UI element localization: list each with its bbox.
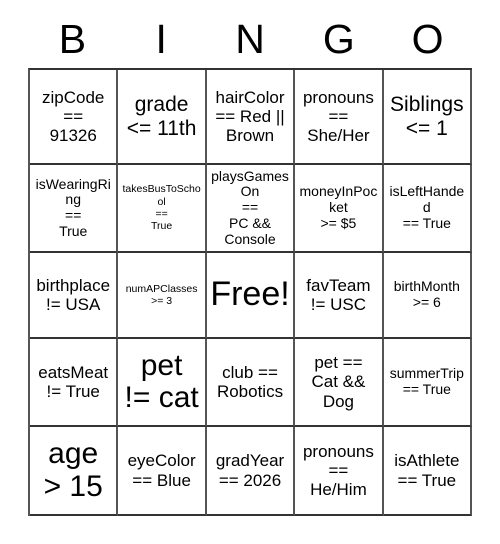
bingo-cell-label: isLeftHanded == True [389, 183, 465, 231]
bingo-row: age > 15 eyeColor == Blue gradYear == 20… [30, 427, 473, 516]
bingo-cell[interactable]: gradYear == 2026 [206, 427, 296, 516]
bingo-cell[interactable]: birthplace != USA [30, 253, 119, 339]
bingo-cell-label: numAPClasses >= 3 [125, 282, 198, 307]
bingo-cell-label: summerTrip == True [389, 365, 464, 397]
header-letter-o: O [411, 16, 444, 62]
bingo-cell-label: pronouns == She/Her [302, 87, 374, 146]
bingo-cell[interactable]: eyeColor == Blue [118, 427, 207, 516]
bingo-cell-label: hairColor == Red || Brown [215, 87, 285, 146]
bingo-cell[interactable]: zipCode == 91326 [30, 70, 119, 165]
bingo-cell-label: gradYear == 2026 [215, 451, 285, 490]
bingo-cell[interactable]: pronouns == She/Her [295, 70, 384, 165]
bingo-row: eatsMeat != True pet != cat club == Robo… [30, 339, 473, 427]
bingo-cell[interactable]: grade <= 11th [118, 70, 207, 165]
bingo-cell-label: playsGamesOn == PC && Console [211, 167, 289, 247]
bingo-cell[interactable]: isLeftHanded == True [383, 165, 473, 253]
bingo-cell-label: moneyInPocket >= $5 [299, 183, 378, 231]
bingo-cell-label: takesBusToSchool == True [122, 183, 201, 233]
bingo-cell[interactable]: Siblings <= 1 [383, 70, 473, 165]
bingo-cell[interactable]: pet != cat [118, 339, 207, 427]
bingo-row: isWearingRing == True takesBusToSchool =… [30, 165, 473, 253]
bingo-cell-label: favTeam != USC [306, 275, 371, 314]
bingo-row: birthplace != USA numAPClasses >= 3 Free… [30, 253, 473, 339]
bingo-cell-label: Siblings <= 1 [390, 93, 464, 140]
bingo-cell[interactable]: isWearingRing == True [30, 165, 119, 253]
bingo-cell[interactable]: numAPClasses >= 3 [118, 253, 207, 339]
bingo-cell-label: isWearingRing == True [35, 175, 111, 239]
bingo-cell[interactable]: hairColor == Red || Brown [206, 70, 296, 165]
header-letter-i: I [155, 16, 167, 62]
bingo-cell-label: pronouns == He/Him [302, 441, 374, 500]
bingo-cell[interactable]: takesBusToSchool == True [118, 165, 207, 253]
bingo-cell-label: isAthlete == True [394, 451, 460, 490]
bingo-cell[interactable]: pronouns == He/Him [295, 427, 384, 516]
bingo-cell-label: eatsMeat != True [38, 362, 109, 401]
bingo-cell[interactable]: club == Robotics [206, 339, 296, 427]
bingo-cell-label: pet != cat [124, 348, 199, 414]
header-letter-n: N [235, 16, 265, 62]
bingo-cell[interactable]: favTeam != USC [295, 253, 384, 339]
header-letter-b: B [58, 16, 87, 62]
bingo-cell-label: pet == Cat && Dog [311, 353, 366, 411]
bingo-cell-free[interactable]: Free! [206, 253, 296, 339]
bingo-cell-label: eyeColor == Blue [127, 451, 196, 490]
bingo-cell-label: birthMonth >= 6 [393, 278, 460, 310]
bingo-cell[interactable]: eatsMeat != True [30, 339, 119, 427]
bingo-cell[interactable]: birthMonth >= 6 [383, 253, 473, 339]
bingo-cell[interactable]: pet == Cat && Dog [295, 339, 384, 427]
header-letter-g: G [322, 16, 355, 62]
bingo-cell-label: club == Robotics [216, 362, 284, 401]
bingo-cell-label: age > 15 [43, 437, 103, 503]
bingo-card: B I N G O zipCode == 91326 grade <= 11th… [28, 10, 473, 516]
bingo-cell-label: Free! [210, 275, 290, 314]
bingo-cell-label: grade <= 11th [126, 93, 197, 140]
bingo-cell[interactable]: summerTrip == True [383, 339, 473, 427]
bingo-cell[interactable]: isAthlete == True [383, 427, 473, 516]
bingo-row: zipCode == 91326 grade <= 11th hairColor… [30, 70, 473, 165]
bingo-cell-label: zipCode == 91326 [42, 87, 105, 146]
bingo-cell[interactable]: moneyInPocket >= $5 [295, 165, 384, 253]
bingo-cell-label: birthplace != USA [36, 275, 111, 314]
bingo-header: B I N G O [28, 10, 472, 68]
bingo-cell[interactable]: age > 15 [30, 427, 119, 516]
bingo-grid: zipCode == 91326 grade <= 11th hairColor… [28, 68, 473, 516]
bingo-cell[interactable]: playsGamesOn == PC && Console [206, 165, 296, 253]
